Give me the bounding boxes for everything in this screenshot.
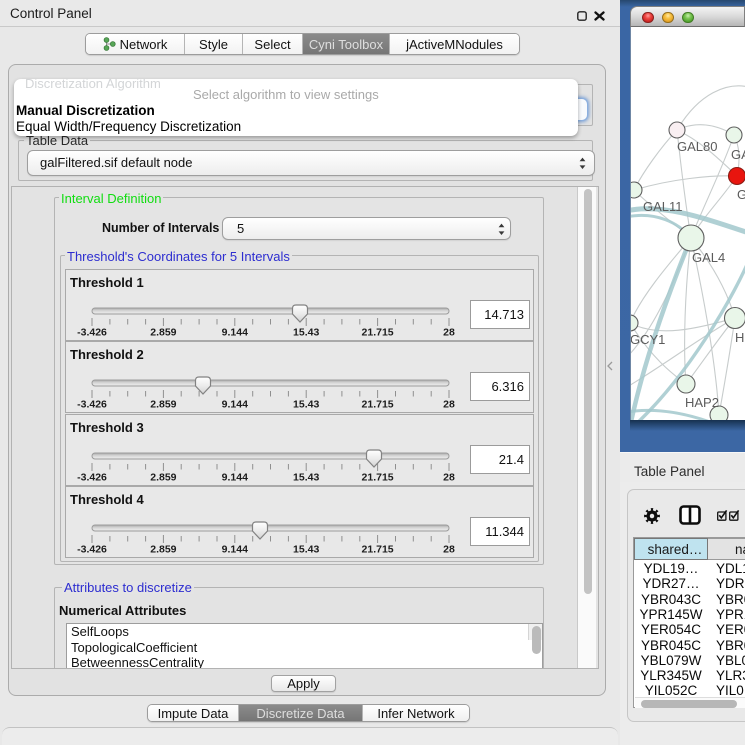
svg-text:28: 28	[443, 399, 455, 411]
svg-text:15.43: 15.43	[293, 399, 319, 411]
svg-text:15.43: 15.43	[293, 472, 319, 484]
svg-text:-3.426: -3.426	[77, 399, 107, 411]
svg-text:-3.426: -3.426	[77, 472, 107, 484]
svg-text:2.859: 2.859	[150, 472, 176, 484]
svg-text:9.144: 9.144	[222, 327, 248, 339]
svg-text:2.859: 2.859	[150, 544, 176, 556]
svg-text:GA: GA	[731, 147, 745, 162]
svg-text:GAL4: GAL4	[692, 250, 725, 265]
svg-text:28: 28	[443, 544, 455, 556]
svg-text:-3.426: -3.426	[77, 327, 107, 339]
svg-text:G: G	[737, 187, 745, 202]
svg-text:9.144: 9.144	[222, 399, 248, 411]
svg-text:21.715: 21.715	[362, 399, 394, 411]
svg-text:21.715: 21.715	[362, 472, 394, 484]
svg-text:15.43: 15.43	[293, 544, 319, 556]
svg-text:15.43: 15.43	[293, 327, 319, 339]
svg-text:9.144: 9.144	[222, 544, 248, 556]
svg-text:-3.426: -3.426	[77, 544, 107, 556]
svg-text:28: 28	[443, 327, 455, 339]
svg-text:21.715: 21.715	[362, 544, 394, 556]
svg-text:HAP2: HAP2	[685, 395, 719, 410]
svg-text:2.859: 2.859	[150, 327, 176, 339]
svg-text:GAL11: GAL11	[643, 199, 683, 214]
svg-text:9.144: 9.144	[222, 472, 248, 484]
svg-text:2.859: 2.859	[150, 399, 176, 411]
svg-text:21.715: 21.715	[362, 327, 394, 339]
svg-text:28: 28	[443, 472, 455, 484]
svg-text:GAL80: GAL80	[677, 139, 717, 154]
svg-text:H: H	[735, 330, 744, 345]
svg-text:GCY1: GCY1	[631, 332, 665, 347]
